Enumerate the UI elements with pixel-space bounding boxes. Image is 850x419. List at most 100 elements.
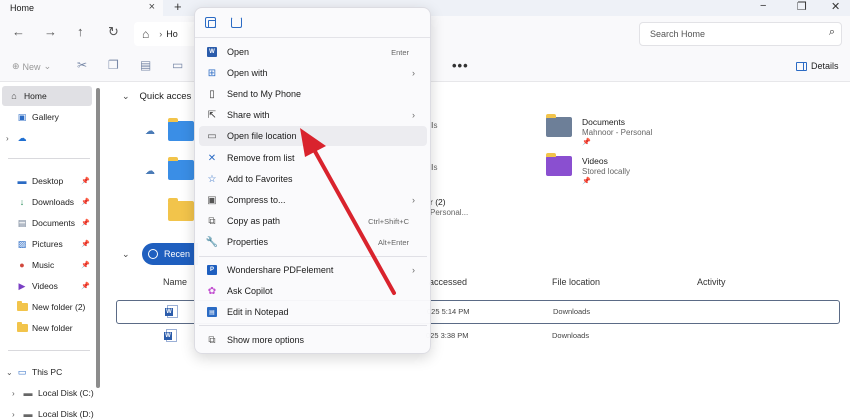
new-tab-button[interactable]: +: [174, 0, 182, 14]
menu-item-remove-from-list[interactable]: ✕ Remove from list: [199, 148, 427, 168]
quick-access-tile-videos[interactable]: Videos Stored locally 📌: [546, 153, 630, 185]
paste-icon[interactable]: ▤: [140, 58, 151, 72]
sidebar-item-desktop[interactable]: ▬ Desktop 📌: [0, 171, 94, 191]
chevron-right-icon[interactable]: ›: [6, 134, 16, 143]
chevron-right-icon: ›: [412, 68, 415, 78]
back-button[interactable]: ←: [12, 24, 25, 39]
sidebar-item-label: Pictures: [32, 239, 63, 249]
details-button[interactable]: Details: [796, 61, 839, 71]
sidebar-item-label: Videos: [32, 281, 58, 291]
quick-access-tile[interactable]: [168, 118, 194, 141]
quick-access-tile[interactable]: [168, 198, 194, 221]
sidebar-item-new-folder-2[interactable]: New folder (2): [0, 297, 94, 317]
column-header-activity[interactable]: Activity: [697, 277, 726, 287]
chevron-right-icon: ›: [412, 195, 415, 205]
pin-icon: 📌: [582, 139, 591, 146]
minimize-button[interactable]: −: [760, 0, 766, 12]
context-menu: W Open Enter ⊞ Open with › ▯ Send to My …: [194, 7, 431, 354]
forward-button[interactable]: →: [44, 24, 57, 39]
new-label: New: [22, 61, 41, 72]
menu-item-compress-to[interactable]: ▣ Compress to... ›: [199, 190, 427, 210]
copy-icon[interactable]: ❐: [108, 58, 119, 72]
folder-open-icon: ▭: [207, 130, 217, 142]
chevron-down-icon[interactable]: ⌄: [122, 91, 130, 102]
quick-access-tile-partial[interactable]: r (2) Personal...: [430, 197, 468, 217]
chevron-right-icon[interactable]: ›: [12, 389, 22, 398]
copy-icon[interactable]: [205, 17, 216, 28]
sidebar-item-videos[interactable]: ▶ Videos 📌: [0, 276, 94, 296]
menu-item-share-with[interactable]: ⇱ Share with ›: [199, 105, 427, 125]
menu-item-open[interactable]: W Open Enter: [199, 42, 427, 62]
sidebar-item-documents[interactable]: ▤ Documents 📌: [0, 213, 94, 233]
row-date: 025 5:14 PM: [427, 307, 470, 316]
search-icon[interactable]: ⌕: [829, 26, 835, 39]
folder-icon: [16, 322, 28, 332]
tile-subtitle: Mahnoor - Personal: [582, 128, 653, 137]
menu-item-open-file-location[interactable]: ▭ Open file location: [199, 126, 427, 146]
pdfelement-icon: P: [207, 265, 217, 275]
share-icon[interactable]: [231, 17, 242, 28]
recent-collapse-chevron[interactable]: ⌄: [122, 249, 130, 260]
tab-home[interactable]: Home ×: [0, 0, 163, 16]
close-window-button[interactable]: ✕: [831, 0, 840, 13]
recent-tab[interactable]: Recen: [142, 243, 198, 265]
quick-access-tile-partial[interactable]: lls: [430, 120, 438, 130]
search-placeholder: Search Home: [650, 29, 706, 39]
sidebar-scrollbar[interactable]: [96, 88, 100, 388]
sidebar-item-label: Music: [32, 260, 55, 270]
quick-access-tile-documents[interactable]: Documents Mahnoor - Personal 📌: [546, 114, 653, 146]
new-button[interactable]: ⊕ New ⌄: [12, 61, 51, 72]
cut-icon[interactable]: ✂: [77, 58, 87, 72]
menu-item-show-more-options[interactable]: ⧉ Show more options: [199, 330, 427, 350]
menu-item-add-to-favorites[interactable]: ☆ Add to Favorites: [199, 169, 427, 189]
chevron-right-icon: ›: [412, 265, 415, 275]
sidebar-item-label: New folder (2): [32, 302, 86, 312]
sidebar-item-onedrive[interactable]: › ☁: [0, 128, 94, 148]
menu-item-send-to-phone[interactable]: ▯ Send to My Phone: [199, 84, 427, 104]
quick-access-title: Quick acces: [139, 91, 192, 102]
sidebar-item-gallery[interactable]: ▣ Gallery: [0, 107, 94, 127]
sidebar-item-local-disk-c[interactable]: › ▬ Local Disk (C:): [0, 383, 94, 403]
menu-item-label: Properties: [227, 237, 269, 247]
sidebar-divider: [8, 350, 90, 351]
sidebar-item-local-disk-d[interactable]: › ▬ Local Disk (D:): [0, 404, 94, 419]
music-icon: ●: [19, 260, 25, 270]
quick-access-header[interactable]: ⌄ Quick acces: [122, 91, 191, 102]
quick-access-tile[interactable]: [168, 157, 194, 180]
menu-item-label: Wondershare PDFelement: [227, 265, 334, 275]
menu-item-properties[interactable]: 🔧 Properties Alt+Enter: [199, 232, 427, 252]
pin-icon: 📌: [81, 178, 90, 185]
menu-item-open-with[interactable]: ⊞ Open with ›: [199, 63, 427, 83]
tile-subtitle: lls: [430, 163, 438, 172]
sidebar-item-downloads[interactable]: ↓ Downloads 📌: [0, 192, 94, 212]
menu-item-label: Add to Favorites: [227, 174, 293, 184]
quick-access-tile-partial[interactable]: lls: [430, 162, 438, 172]
tab-close-icon[interactable]: ×: [149, 1, 155, 13]
sidebar-item-pictures[interactable]: ▨ Pictures 📌: [0, 234, 94, 254]
menu-item-label: Edit in Notepad: [227, 307, 289, 317]
search-input[interactable]: Search Home ⌕: [639, 22, 842, 46]
sidebar-item-music[interactable]: ● Music 📌: [0, 255, 94, 275]
column-header-name[interactable]: Name: [163, 277, 187, 287]
up-button[interactable]: ↑: [77, 24, 84, 39]
sidebar-item-this-pc[interactable]: ⌄ ▭ This PC: [0, 362, 94, 382]
breadcrumb[interactable]: Ho: [166, 29, 178, 39]
sidebar-item-new-folder[interactable]: New folder: [0, 318, 94, 338]
chevron-down-icon[interactable]: ⌄: [6, 368, 16, 377]
menu-item-wondershare-pdfelement[interactable]: P Wondershare PDFelement ›: [199, 260, 427, 280]
refresh-button[interactable]: ↻: [108, 24, 119, 40]
column-header-location[interactable]: File location: [552, 277, 600, 287]
column-header-accessed[interactable]: accessed: [429, 277, 467, 287]
more-options-button[interactable]: •••: [452, 58, 469, 73]
chevron-right-icon[interactable]: ›: [12, 410, 22, 419]
menu-item-ask-copilot[interactable]: ✿ Ask Copilot: [199, 281, 427, 301]
row-date: 025 3:38 PM: [426, 331, 469, 340]
tile-name: Documents: [582, 117, 625, 127]
video-icon: ▶: [18, 280, 26, 291]
maximize-button[interactable]: ❐: [797, 0, 807, 13]
menu-item-copy-as-path[interactable]: ⧉ Copy as path Ctrl+Shift+C: [199, 211, 427, 231]
chevron-down-icon[interactable]: ⌄: [122, 249, 130, 260]
sidebar-item-home[interactable]: ⌂ Home: [2, 86, 92, 106]
rename-icon[interactable]: ▭: [172, 58, 183, 72]
menu-item-edit-in-notepad[interactable]: ▤ Edit in Notepad: [199, 302, 427, 322]
